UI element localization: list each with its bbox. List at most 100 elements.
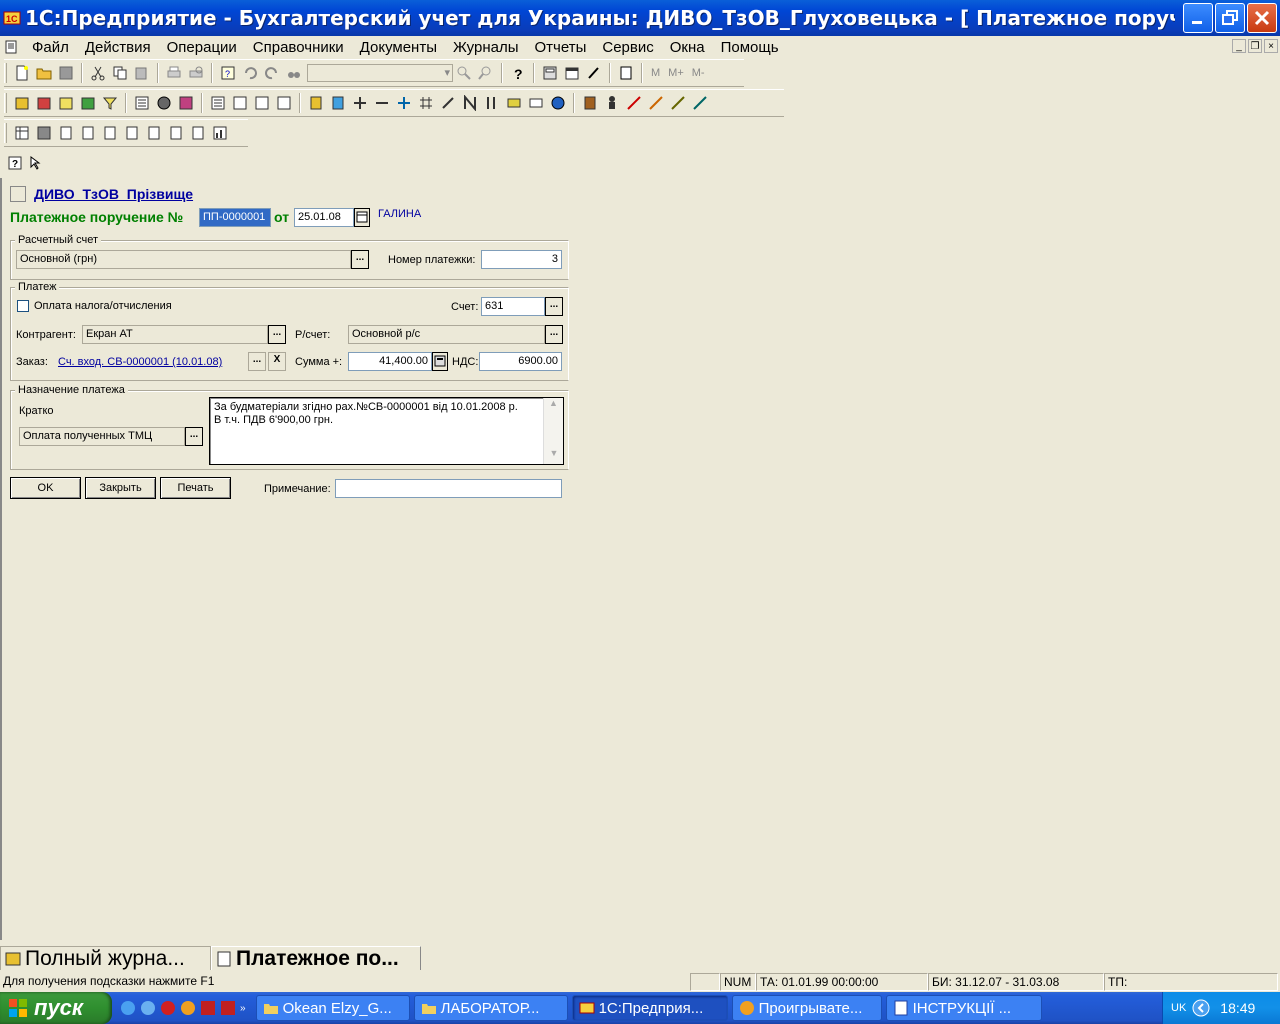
find-button[interactable] [283,62,305,84]
balance-button[interactable] [131,92,153,114]
close-button[interactable] [1247,3,1277,33]
save-button[interactable] [55,62,77,84]
menu-help[interactable]: Помощь [713,39,787,56]
counterparty-select-button[interactable]: ... [268,325,286,344]
link-button[interactable] [437,92,459,114]
note-field[interactable] [335,479,562,498]
menu-file[interactable]: Файл [24,39,77,56]
doc-tool-4-button[interactable] [77,122,99,144]
journal-button[interactable] [615,62,637,84]
mdi-close-icon[interactable]: × [1264,39,1278,53]
bank-account-select-button[interactable]: ... [351,250,369,269]
memory-mplus-button[interactable]: M+ [664,67,688,79]
restore-button[interactable] [1215,3,1245,33]
memory-mminus-button[interactable]: M- [688,67,709,79]
purpose-scrollbar[interactable]: ▲ ▼ [543,398,563,464]
book-2-button[interactable] [327,92,349,114]
doc-tool-5-button[interactable] [99,122,121,144]
book-1-button[interactable] [305,92,327,114]
doc-tool-2-button[interactable] [33,122,55,144]
invoice-button[interactable] [229,92,251,114]
quick-launch-more-icon[interactable]: » [240,1003,246,1014]
mdi-restore-icon[interactable]: ❐ [1248,39,1262,53]
cut-button[interactable] [87,62,109,84]
calendar-button[interactable] [561,62,583,84]
search-combo[interactable] [307,64,453,82]
doc-number-field[interactable]: ПП-0000001 [199,208,271,227]
toolbar-grip[interactable] [4,123,7,143]
start-button[interactable]: пуск [0,992,112,1024]
ok-button[interactable]: OK [10,477,81,499]
print-button[interactable] [163,62,185,84]
copy-button[interactable] [109,62,131,84]
whats-this-button[interactable] [26,152,48,174]
chart-of-accounts-button[interactable] [11,92,33,114]
operations-journal-button[interactable] [33,92,55,114]
dm-button[interactable] [175,92,197,114]
task-media-player[interactable]: Проигрывате... [731,995,882,1021]
calc-button[interactable] [539,62,561,84]
filter-button[interactable] [99,92,121,114]
grid-button[interactable] [415,92,437,114]
money-button[interactable] [503,92,525,114]
tray-arrow-icon[interactable] [1192,999,1210,1017]
order-select-button[interactable]: ... [248,352,266,371]
doc-tool-7-button[interactable] [143,122,165,144]
tool-4-button[interactable] [645,92,667,114]
media-icon[interactable] [180,1000,196,1016]
doc-tool-8-button[interactable] [165,122,187,144]
ie-icon[interactable] [120,1000,136,1016]
redo-button[interactable] [261,62,283,84]
n-button[interactable] [459,92,481,114]
calendar-picker-button[interactable] [354,208,370,227]
payment-number-field[interactable]: 3 [481,250,562,269]
menu-windows[interactable]: Окна [662,39,713,56]
close-form-button[interactable]: Закрыть [85,477,156,499]
tool-2-button[interactable] [601,92,623,114]
doc-tool-3-button[interactable] [55,122,77,144]
mdi-minimize-icon[interactable]: _ [1232,39,1246,53]
menu-service[interactable]: Сервис [594,39,661,56]
task-instructions[interactable]: ІНСТРУКЦІЇ ... [885,995,1042,1021]
paste-button[interactable] [131,62,153,84]
short-purpose-field[interactable]: Оплата полученных ТМЦ [19,427,185,446]
menu-journals[interactable]: Журналы [445,39,527,56]
undo-button[interactable] [239,62,261,84]
tab-payment-order[interactable]: Платежное по... [211,946,421,970]
scroll-down-icon[interactable]: ▼ [544,448,564,464]
doc-tool-10-button[interactable] [209,122,231,144]
open-button[interactable] [33,62,55,84]
checks-button[interactable] [525,92,547,114]
menu-actions[interactable]: Действия [77,39,159,56]
doc-tool-9-button[interactable] [187,122,209,144]
browser-icon[interactable] [140,1000,156,1016]
print-preview-button[interactable] [185,62,207,84]
minimize-button[interactable] [1183,3,1213,33]
waybill-button[interactable] [251,92,273,114]
schet-select-button[interactable]: ... [545,297,563,316]
tab-full-journal[interactable]: Полный журна... [0,946,211,970]
toolbar-grip[interactable] [4,63,7,83]
app-red-2-icon[interactable] [220,1000,236,1016]
accounts-button[interactable] [77,92,99,114]
tool-5-button[interactable] [667,92,689,114]
doc-tool-6-button[interactable] [121,122,143,144]
rschet-select-button[interactable]: ... [545,325,563,344]
org-select-icon[interactable] [10,186,26,202]
order-clear-button[interactable]: X [268,352,286,371]
print-form-button[interactable]: Печать [160,477,231,499]
transactions-button[interactable] [55,92,77,114]
schet-field[interactable]: 631 [481,297,545,316]
payment-button[interactable] [273,92,295,114]
find-prev-button[interactable] [475,62,497,84]
bank-account-field[interactable]: Основной (грн) [16,250,351,269]
help-button[interactable]: ? [507,62,529,84]
order-link[interactable]: Сч. вход. СВ-0000001 (10.01.08) [58,356,222,368]
osv-button[interactable] [153,92,175,114]
edit-text-button[interactable] [583,62,605,84]
report-1-button[interactable] [207,92,229,114]
tool-1-button[interactable] [579,92,601,114]
new-button[interactable] [11,62,33,84]
tool-3-button[interactable] [623,92,645,114]
opera-icon[interactable] [160,1000,176,1016]
